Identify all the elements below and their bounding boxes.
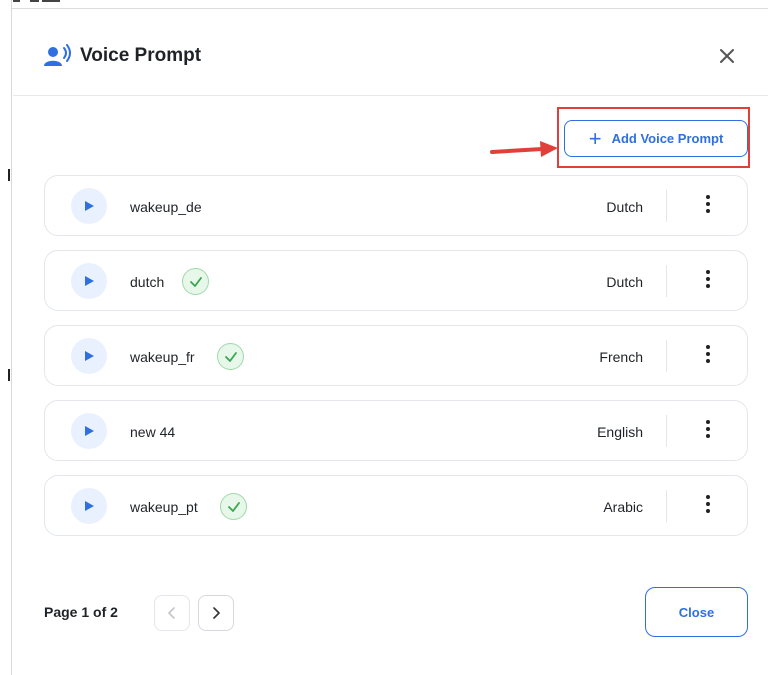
- more-options-button[interactable]: [698, 417, 718, 441]
- background-tick: [8, 369, 10, 381]
- more-vertical-icon: [706, 420, 710, 438]
- more-options-button[interactable]: [698, 342, 718, 366]
- play-icon: [85, 351, 94, 361]
- more-vertical-icon: [706, 345, 710, 363]
- more-vertical-icon: [706, 270, 710, 288]
- page-indicator: Page 1 of 2: [44, 604, 118, 620]
- chevron-right-icon: [213, 607, 220, 619]
- prompt-language: Arabic: [603, 499, 643, 515]
- previous-page-button[interactable]: [154, 595, 190, 631]
- voice-user-icon: [44, 44, 71, 66]
- prompt-language: French: [599, 349, 643, 365]
- dialog-title: Voice Prompt: [80, 45, 202, 66]
- more-options-button[interactable]: [698, 267, 718, 291]
- prompt-name: wakeup_pt: [130, 499, 198, 515]
- dialog-footer: Page 1 of 2 Close: [44, 587, 748, 640]
- background-text-fragment: [6, 0, 60, 2]
- next-page-button[interactable]: [198, 595, 234, 631]
- prompt-language: Dutch: [606, 199, 643, 215]
- annotation-arrow: [490, 141, 558, 157]
- add-voice-prompt-label: Add Voice Prompt: [611, 131, 724, 146]
- prompt-language: Dutch: [606, 274, 643, 290]
- verified-check-icon: [217, 343, 244, 370]
- play-icon: [85, 201, 94, 211]
- list-item: dutch Dutch: [44, 250, 748, 311]
- play-button[interactable]: [71, 188, 107, 224]
- row-divider: [666, 415, 667, 447]
- add-voice-prompt-button[interactable]: + Add Voice Prompt: [564, 120, 748, 157]
- play-icon: [85, 501, 94, 511]
- list-item: wakeup_de Dutch: [44, 175, 748, 236]
- background-tick: [8, 169, 10, 181]
- background-window-edge-left: [0, 0, 12, 675]
- more-options-button[interactable]: [698, 192, 718, 216]
- dialog-header: Voice Prompt: [13, 10, 768, 96]
- voice-prompt-list: wakeup_de Dutch dutch Dutch wakeup_fr Fr…: [44, 175, 748, 550]
- row-divider: [666, 265, 667, 297]
- more-vertical-icon: [706, 495, 710, 513]
- more-vertical-icon: [706, 195, 710, 213]
- play-icon: [85, 426, 94, 436]
- play-button[interactable]: [71, 488, 107, 524]
- play-button[interactable]: [71, 413, 107, 449]
- close-icon[interactable]: [716, 45, 738, 67]
- prompt-language: English: [597, 424, 643, 440]
- play-button[interactable]: [71, 263, 107, 299]
- play-icon: [85, 276, 94, 286]
- play-button[interactable]: [71, 338, 107, 374]
- more-options-button[interactable]: [698, 492, 718, 516]
- prompt-name: new 44: [130, 424, 176, 440]
- row-divider: [666, 190, 667, 222]
- prompt-name: wakeup_fr: [130, 349, 195, 365]
- list-item: new 44 English: [44, 400, 748, 461]
- row-divider: [666, 490, 667, 522]
- chevron-left-icon: [168, 607, 175, 619]
- voice-prompt-dialog: Voice Prompt + Add Voice Prompt wakeup_d…: [13, 10, 768, 675]
- list-item: wakeup_fr French: [44, 325, 748, 386]
- verified-check-icon: [220, 493, 247, 520]
- verified-check-icon: [182, 268, 209, 295]
- close-button[interactable]: Close: [645, 587, 748, 637]
- row-divider: [666, 340, 667, 372]
- list-item: wakeup_pt Arabic: [44, 475, 748, 536]
- prompt-name: dutch: [130, 274, 165, 290]
- background-window-edge: [0, 0, 768, 9]
- plus-icon: +: [588, 125, 602, 151]
- prompt-name: wakeup_de: [130, 199, 202, 215]
